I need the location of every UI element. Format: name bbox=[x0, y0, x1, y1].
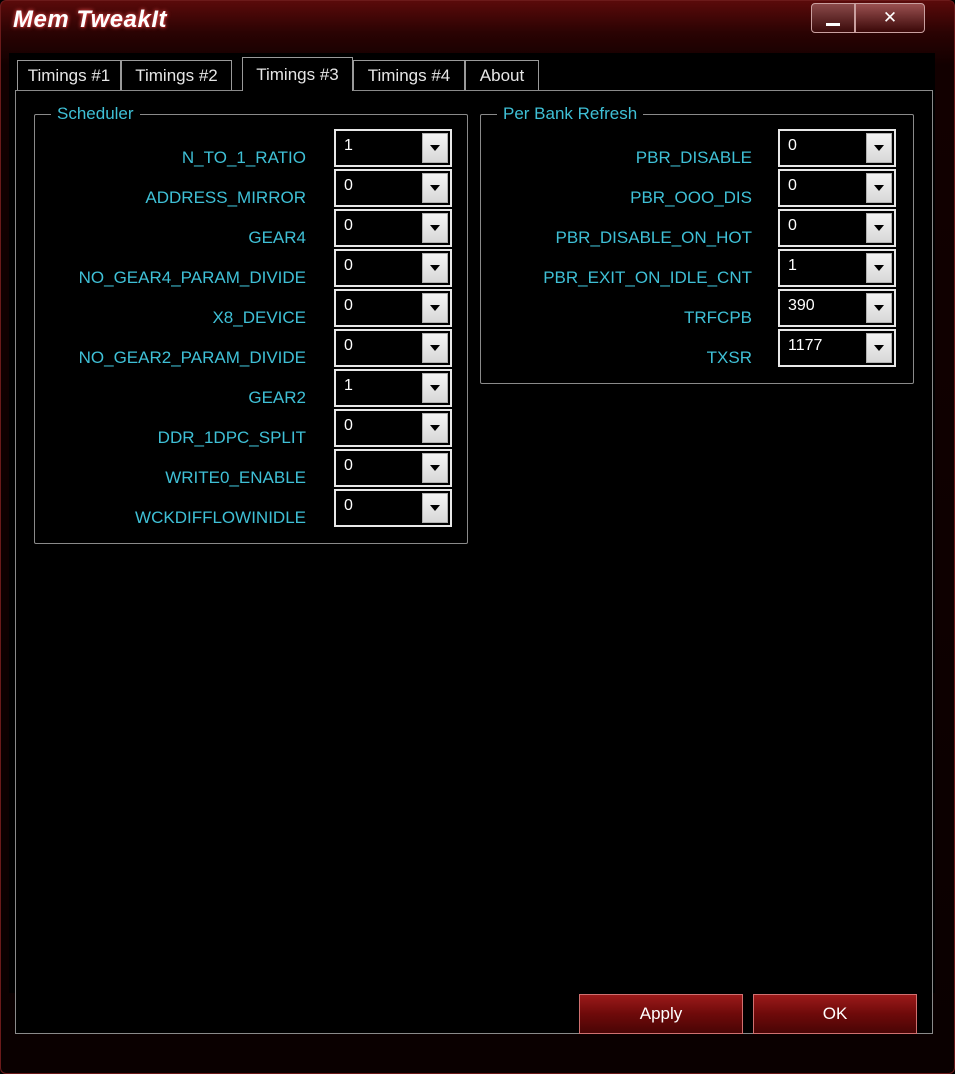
scheduler-row: GEAR2 bbox=[16, 379, 306, 415]
combo-value: 0 bbox=[344, 297, 353, 314]
combo-value: 0 bbox=[344, 177, 353, 194]
scheduler-label: GEAR2 bbox=[248, 388, 306, 407]
scheduler-label: GEAR4 bbox=[248, 228, 306, 247]
no-gear4-param-divide-select[interactable]: 0 bbox=[334, 249, 452, 287]
gear2-select[interactable]: 1 bbox=[334, 369, 452, 407]
combo-value: 0 bbox=[344, 217, 353, 234]
ddr-1dpc-split-select[interactable]: 0 bbox=[334, 409, 452, 447]
combo-value: 0 bbox=[788, 177, 797, 194]
scheduler-row: N_TO_1_RATIO bbox=[16, 139, 306, 175]
chevron-down-icon[interactable] bbox=[422, 133, 448, 163]
apply-button[interactable]: Apply bbox=[579, 994, 743, 1034]
scheduler-label: N_TO_1_RATIO bbox=[181, 148, 306, 167]
pbr-label: TXSR bbox=[706, 348, 752, 367]
chevron-down-icon[interactable] bbox=[422, 213, 448, 243]
pbr-label: PBR_OOO_DIS bbox=[630, 188, 752, 207]
pbr-row: PBR_OOO_DIS bbox=[480, 179, 752, 215]
chevron-down-icon[interactable] bbox=[422, 333, 448, 363]
chevron-down-icon[interactable] bbox=[422, 373, 448, 403]
pbr-label: PBR_DISABLE bbox=[635, 148, 752, 167]
x8-device-select[interactable]: 0 bbox=[334, 289, 452, 327]
minimize-button[interactable] bbox=[811, 3, 855, 33]
close-button[interactable]: ✕ bbox=[855, 3, 925, 33]
pbr-row: PBR_EXIT_ON_IDLE_CNT bbox=[480, 259, 752, 295]
title-bar[interactable]: Mem TweakIt ✕ bbox=[1, 1, 954, 41]
pbr-exit-on-idle-cnt-select[interactable]: 1 bbox=[778, 249, 896, 287]
combo-value: 1 bbox=[788, 257, 797, 274]
combo-value: 0 bbox=[344, 257, 353, 274]
app-title: Mem TweakIt bbox=[13, 6, 167, 33]
chevron-down-icon[interactable] bbox=[422, 293, 448, 323]
scheduler-label: ADDRESS_MIRROR bbox=[145, 188, 306, 207]
no-gear2-param-divide-select[interactable]: 0 bbox=[334, 329, 452, 367]
pbr-row: TRFCPB bbox=[480, 299, 752, 335]
pbr-label: TRFCPB bbox=[684, 308, 752, 327]
tab-timings-4[interactable]: Timings #4 bbox=[353, 60, 465, 90]
pbr-row: PBR_DISABLE_ON_HOT bbox=[480, 219, 752, 255]
scheduler-row: NO_GEAR4_PARAM_DIVIDE bbox=[16, 259, 306, 295]
combo-value: 0 bbox=[344, 497, 353, 514]
pbr-ooo-dis-select[interactable]: 0 bbox=[778, 169, 896, 207]
scheduler-legend: Scheduler bbox=[57, 104, 134, 123]
scheduler-label: WRITE0_ENABLE bbox=[165, 468, 306, 487]
chevron-down-icon[interactable] bbox=[866, 293, 892, 323]
pbr-label: PBR_DISABLE_ON_HOT bbox=[555, 228, 752, 247]
pbr-disable-select[interactable]: 0 bbox=[778, 129, 896, 167]
scheduler-row: NO_GEAR2_PARAM_DIVIDE bbox=[16, 339, 306, 375]
chevron-down-icon[interactable] bbox=[866, 133, 892, 163]
address-mirror-select[interactable]: 0 bbox=[334, 169, 452, 207]
tab-timings-2[interactable]: Timings #2 bbox=[121, 60, 232, 90]
combo-value: 0 bbox=[788, 217, 797, 234]
pbr-row: PBR_DISABLE bbox=[480, 139, 752, 175]
scheduler-label: NO_GEAR2_PARAM_DIVIDE bbox=[78, 348, 306, 367]
chevron-down-icon[interactable] bbox=[422, 493, 448, 523]
tab-timings-1[interactable]: Timings #1 bbox=[17, 60, 121, 90]
scheduler-label: NO_GEAR4_PARAM_DIVIDE bbox=[78, 268, 306, 287]
chevron-down-icon[interactable] bbox=[422, 453, 448, 483]
wckdifflowinidle-select[interactable]: 0 bbox=[334, 489, 452, 527]
per-bank-refresh-legend: Per Bank Refresh bbox=[503, 104, 638, 123]
chevron-down-icon[interactable] bbox=[866, 333, 892, 363]
chevron-down-icon[interactable] bbox=[866, 213, 892, 243]
scheduler-label: WCKDIFFLOWINIDLE bbox=[135, 508, 306, 527]
scheduler-row: X8_DEVICE bbox=[16, 299, 306, 335]
scheduler-label: X8_DEVICE bbox=[212, 308, 306, 327]
tab-timings-3[interactable]: Timings #3 bbox=[242, 57, 353, 91]
tab-about[interactable]: About bbox=[465, 60, 539, 90]
scheduler-row: GEAR4 bbox=[16, 219, 306, 255]
chevron-down-icon[interactable] bbox=[422, 253, 448, 283]
combo-value: 0 bbox=[344, 457, 353, 474]
scheduler-row: DDR_1DPC_SPLIT bbox=[16, 419, 306, 455]
gear4-select[interactable]: 0 bbox=[334, 209, 452, 247]
pbr-label: PBR_EXIT_ON_IDLE_CNT bbox=[543, 268, 752, 287]
main-content: Timings #1 Timings #2 Timings #3 Timings… bbox=[9, 53, 935, 1034]
pbr-row: TXSR bbox=[480, 339, 752, 375]
chevron-down-icon[interactable] bbox=[866, 173, 892, 203]
minimize-icon bbox=[826, 22, 840, 26]
scheduler-row: ADDRESS_MIRROR bbox=[16, 179, 306, 215]
scheduler-row: WCKDIFFLOWINIDLE bbox=[16, 499, 306, 535]
combo-value: 1177 bbox=[788, 337, 823, 354]
chevron-down-icon[interactable] bbox=[422, 173, 448, 203]
scheduler-label: DDR_1DPC_SPLIT bbox=[157, 428, 306, 447]
ok-button[interactable]: OK bbox=[753, 994, 917, 1034]
txsr-select[interactable]: 1177 bbox=[778, 329, 896, 367]
tab-panel: Scheduler Per Bank Refresh N_TO_1_RATIO … bbox=[15, 90, 933, 1034]
combo-value: 0 bbox=[344, 337, 353, 354]
combo-value: 390 bbox=[788, 297, 815, 314]
scheduler-row: WRITE0_ENABLE bbox=[16, 459, 306, 495]
app-window: Mem TweakIt ✕ Timings #1 Timings #2 Timi… bbox=[0, 0, 955, 1074]
combo-value: 1 bbox=[344, 137, 353, 154]
trfcpb-select[interactable]: 390 bbox=[778, 289, 896, 327]
chevron-down-icon[interactable] bbox=[866, 253, 892, 283]
n-to-1-ratio-select[interactable]: 1 bbox=[334, 129, 452, 167]
combo-value: 0 bbox=[344, 417, 353, 434]
pbr-disable-on-hot-select[interactable]: 0 bbox=[778, 209, 896, 247]
combo-value: 0 bbox=[788, 137, 797, 154]
combo-value: 1 bbox=[344, 377, 353, 394]
chevron-down-icon[interactable] bbox=[422, 413, 448, 443]
close-icon: ✕ bbox=[882, 8, 898, 27]
write0-enable-select[interactable]: 0 bbox=[334, 449, 452, 487]
